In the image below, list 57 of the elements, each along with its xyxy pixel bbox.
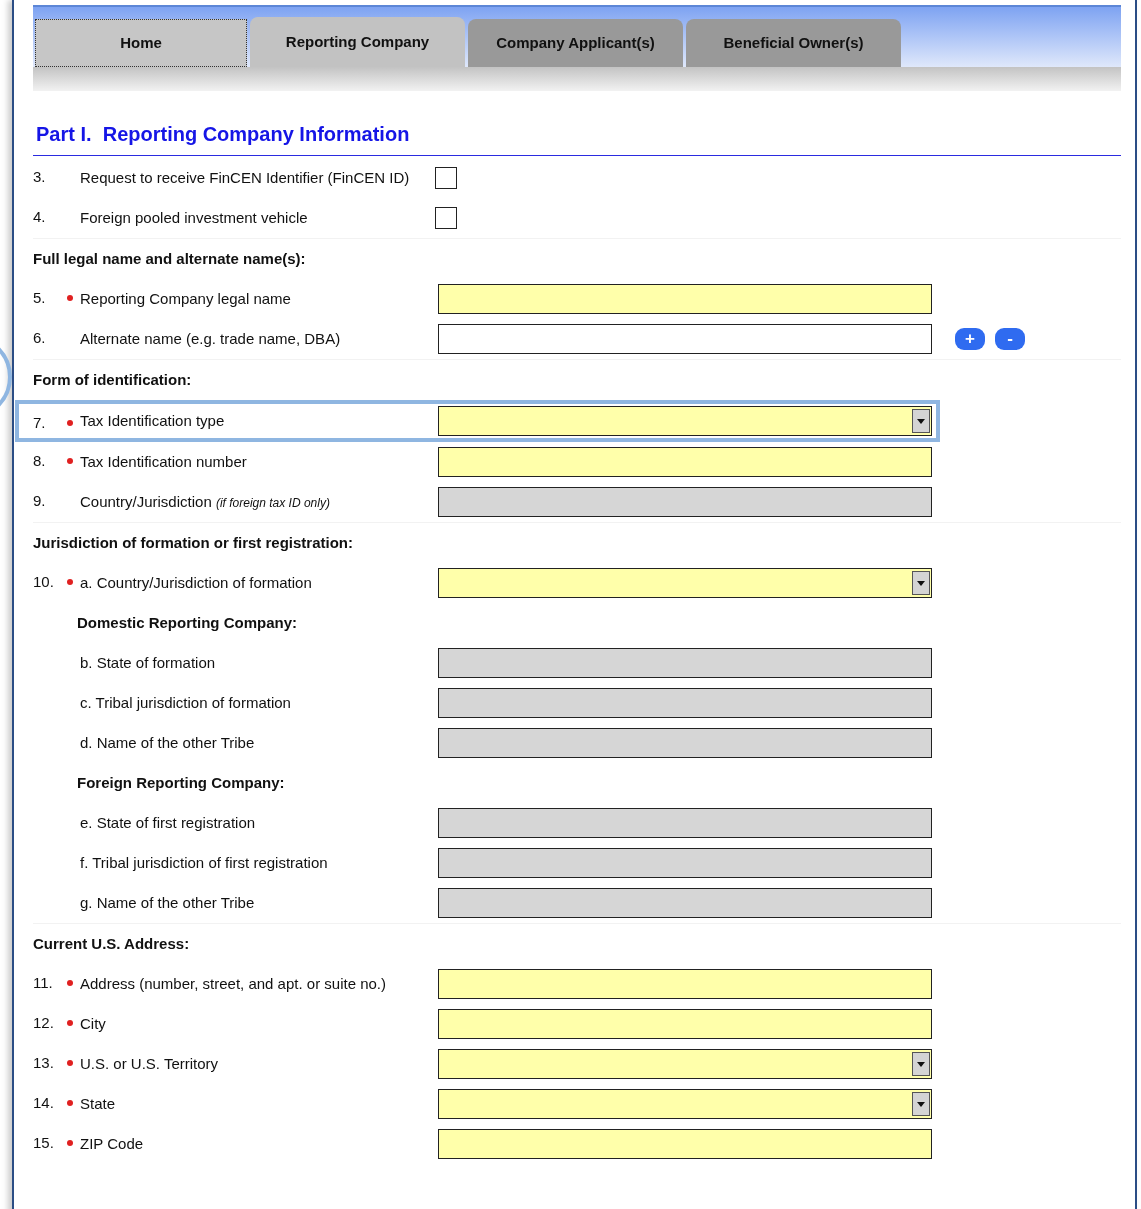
section-heading: Full legal name and alternate name(s):: [33, 248, 307, 269]
dropdown-field[interactable]: [438, 1049, 932, 1079]
field-label: e. State of first registration: [80, 813, 256, 831]
item-number: 9.: [33, 492, 46, 509]
field-label: City: [80, 1014, 106, 1032]
input-field[interactable]: [438, 447, 932, 477]
remove-button[interactable]: -: [995, 328, 1025, 350]
item-number: 8.: [33, 452, 46, 469]
item-number: 7.: [33, 414, 46, 431]
item-number: 3.: [33, 167, 47, 187]
field-label: Tax Identification type: [80, 411, 225, 429]
field-label: g. Name of the other Tribe: [80, 893, 255, 911]
field-label: f. Tribal jurisdiction of first registration: [80, 853, 328, 871]
item-number: 11.: [33, 974, 53, 991]
item-number: 4.: [33, 207, 47, 227]
dropdown-field[interactable]: [438, 568, 932, 598]
field-label: ZIP Code: [80, 1134, 144, 1152]
dropdown-field[interactable]: [438, 406, 932, 436]
section-title: Part I. Reporting Company Information: [36, 122, 411, 147]
tab[interactable]: Company Applicant(s): [468, 19, 683, 67]
subsection-heading: Domestic Reporting Company:: [77, 612, 298, 633]
section-heading: Jurisdiction of formation or first registration:: [33, 532, 355, 553]
tab[interactable]: Reporting Company: [250, 17, 465, 67]
input-field[interactable]: [438, 284, 932, 314]
field-label: Address (number, street, and apt. or suite no.): [80, 974, 386, 992]
item-number: 15.: [33, 1134, 54, 1151]
field-label: Foreign pooled investment vehicle: [80, 207, 309, 228]
dropdown-field[interactable]: [438, 1089, 932, 1119]
subsection-heading: Foreign Reporting Company:: [77, 772, 285, 793]
field-label: Alternate name (e.g. trade name, DBA): [80, 329, 341, 347]
field-label: a. Country/Jurisdiction of formation: [80, 573, 312, 591]
input-field[interactable]: [438, 1129, 932, 1159]
item-number: 14.: [33, 1094, 54, 1111]
input-field[interactable]: [438, 324, 932, 354]
input-field[interactable]: [438, 969, 932, 999]
field-label: b. State of formation: [80, 653, 216, 671]
field-label: Request to receive FinCEN Identifier (FinCEN ID): [80, 167, 411, 188]
checkbox[interactable]: [435, 207, 457, 229]
field-label: State: [80, 1094, 116, 1112]
item-number: 5.: [33, 289, 46, 306]
field-label: c. Tribal jurisdiction of formation: [80, 693, 291, 711]
field-label: d. Name of the other Tribe: [80, 733, 255, 751]
input-field[interactable]: [438, 1009, 932, 1039]
item-number: 13.: [33, 1054, 54, 1071]
field-label: U.S. or U.S. Territory: [80, 1054, 219, 1072]
field-label: Country/Jurisdiction (if foreign tax ID only): [80, 492, 330, 510]
tab[interactable]: Beneficial Owner(s): [686, 19, 901, 67]
field-label: Reporting Company legal name: [80, 289, 291, 307]
add-button[interactable]: +: [955, 328, 985, 350]
section-heading: Current U.S. Address:: [33, 933, 191, 954]
item-number: 10.: [33, 573, 54, 590]
item-number: 6.: [33, 329, 46, 346]
tab[interactable]: Home: [35, 19, 247, 67]
checkbox[interactable]: [435, 167, 457, 189]
item-number: 12.: [33, 1014, 54, 1031]
field-label: Tax Identification number: [80, 452, 247, 470]
section-heading: Form of identification:: [33, 369, 193, 390]
